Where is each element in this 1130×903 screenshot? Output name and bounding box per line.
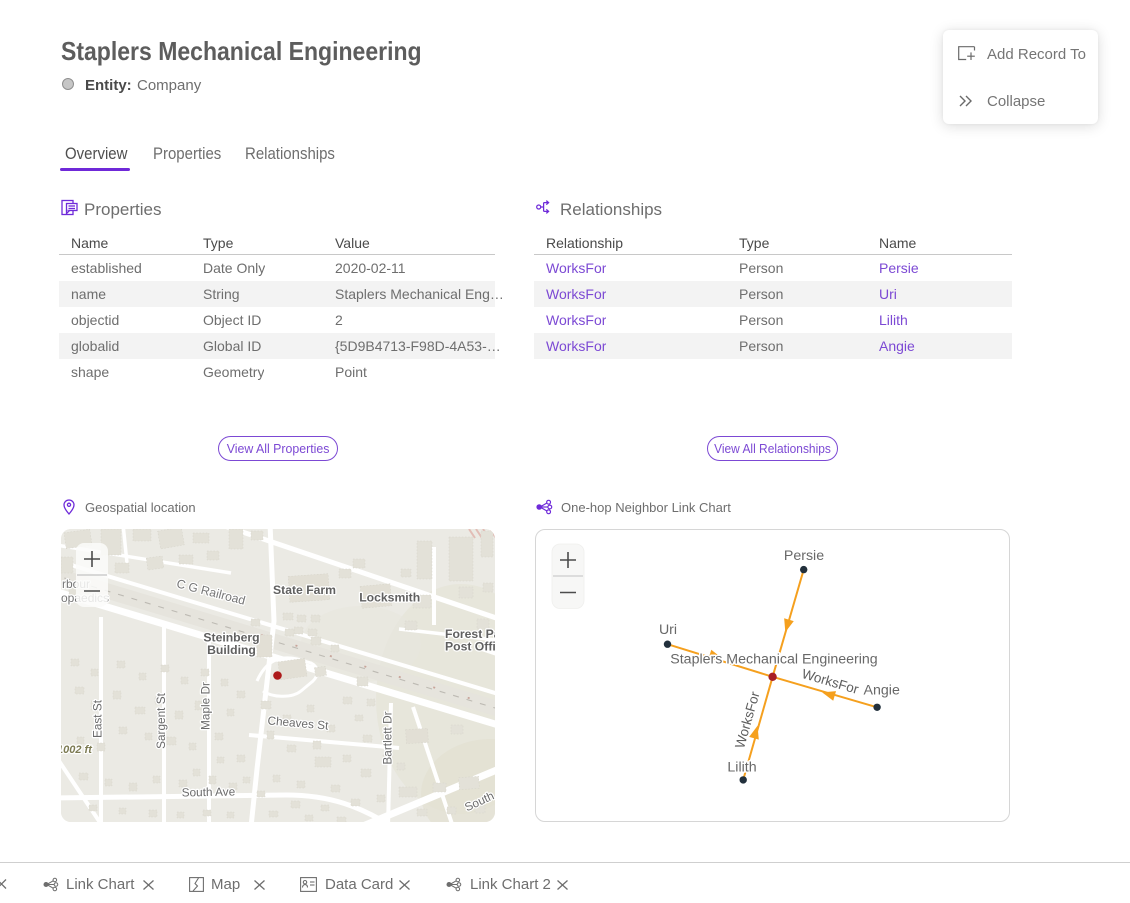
svg-text:Persie: Persie	[784, 548, 824, 564]
svg-text:Staplers Mechanical Engineerin: Staplers Mechanical Engineering	[670, 651, 877, 667]
svg-text:Sargent St: Sargent St	[154, 692, 168, 748]
svg-text:Building: Building	[207, 643, 256, 657]
svg-text:Bartlett Dr: Bartlett Dr	[381, 711, 395, 764]
svg-text:Maple Dr: Maple Dr	[199, 682, 213, 730]
svg-text:Locksmith: Locksmith	[359, 591, 420, 605]
svg-text:State Farm: State Farm	[273, 583, 336, 597]
svg-text:WorksFor: WorksFor	[732, 689, 763, 750]
svg-text:Lilith: Lilith	[727, 759, 756, 775]
svg-text:South Ave: South Ave	[182, 785, 236, 800]
svg-text:Uri: Uri	[659, 622, 677, 638]
svg-text:East St: East St	[91, 699, 105, 738]
svg-text:1002 ft: 1002 ft	[61, 744, 93, 756]
svg-text:Post Offic: Post Offic	[445, 640, 495, 654]
svg-text:Angie: Angie	[864, 683, 900, 699]
